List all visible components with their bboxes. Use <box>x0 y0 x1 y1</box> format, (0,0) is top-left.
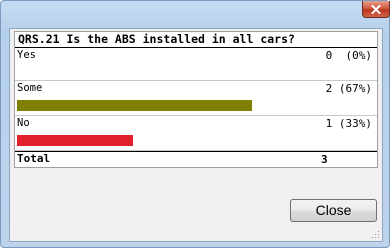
option-count: 2 (67%) <box>325 82 372 95</box>
option-count: 1 (33%) <box>325 117 372 130</box>
total-label: Total <box>17 152 51 165</box>
result-bar <box>17 135 133 146</box>
option-row-some: Some 2 (67%) <box>15 81 377 116</box>
dialog-content: QRS.21 Is the ABS installed in all cars?… <box>9 28 383 242</box>
option-label: No <box>17 117 30 129</box>
option-row-no: No 1 (33%) <box>15 116 377 151</box>
window-close-button[interactable] <box>362 1 390 18</box>
option-count: 0 (0%) <box>325 49 372 62</box>
close-button[interactable]: Close <box>290 199 377 222</box>
option-label: Some <box>17 82 43 94</box>
results-table: QRS.21 Is the ABS installed in all cars?… <box>14 31 378 168</box>
total-value: 3 <box>321 153 328 166</box>
poll-results-dialog: QRS.21 Is the ABS installed in all cars?… <box>0 0 390 248</box>
result-bar <box>17 100 252 111</box>
resize-grip-icon[interactable] <box>372 231 380 239</box>
option-row-yes: Yes 0 (0%) <box>15 48 377 81</box>
option-label: Yes <box>17 49 36 61</box>
question-title: QRS.21 Is the ABS installed in all cars? <box>15 32 377 48</box>
total-row: Total 3 <box>15 151 377 167</box>
close-x-icon <box>371 4 381 14</box>
